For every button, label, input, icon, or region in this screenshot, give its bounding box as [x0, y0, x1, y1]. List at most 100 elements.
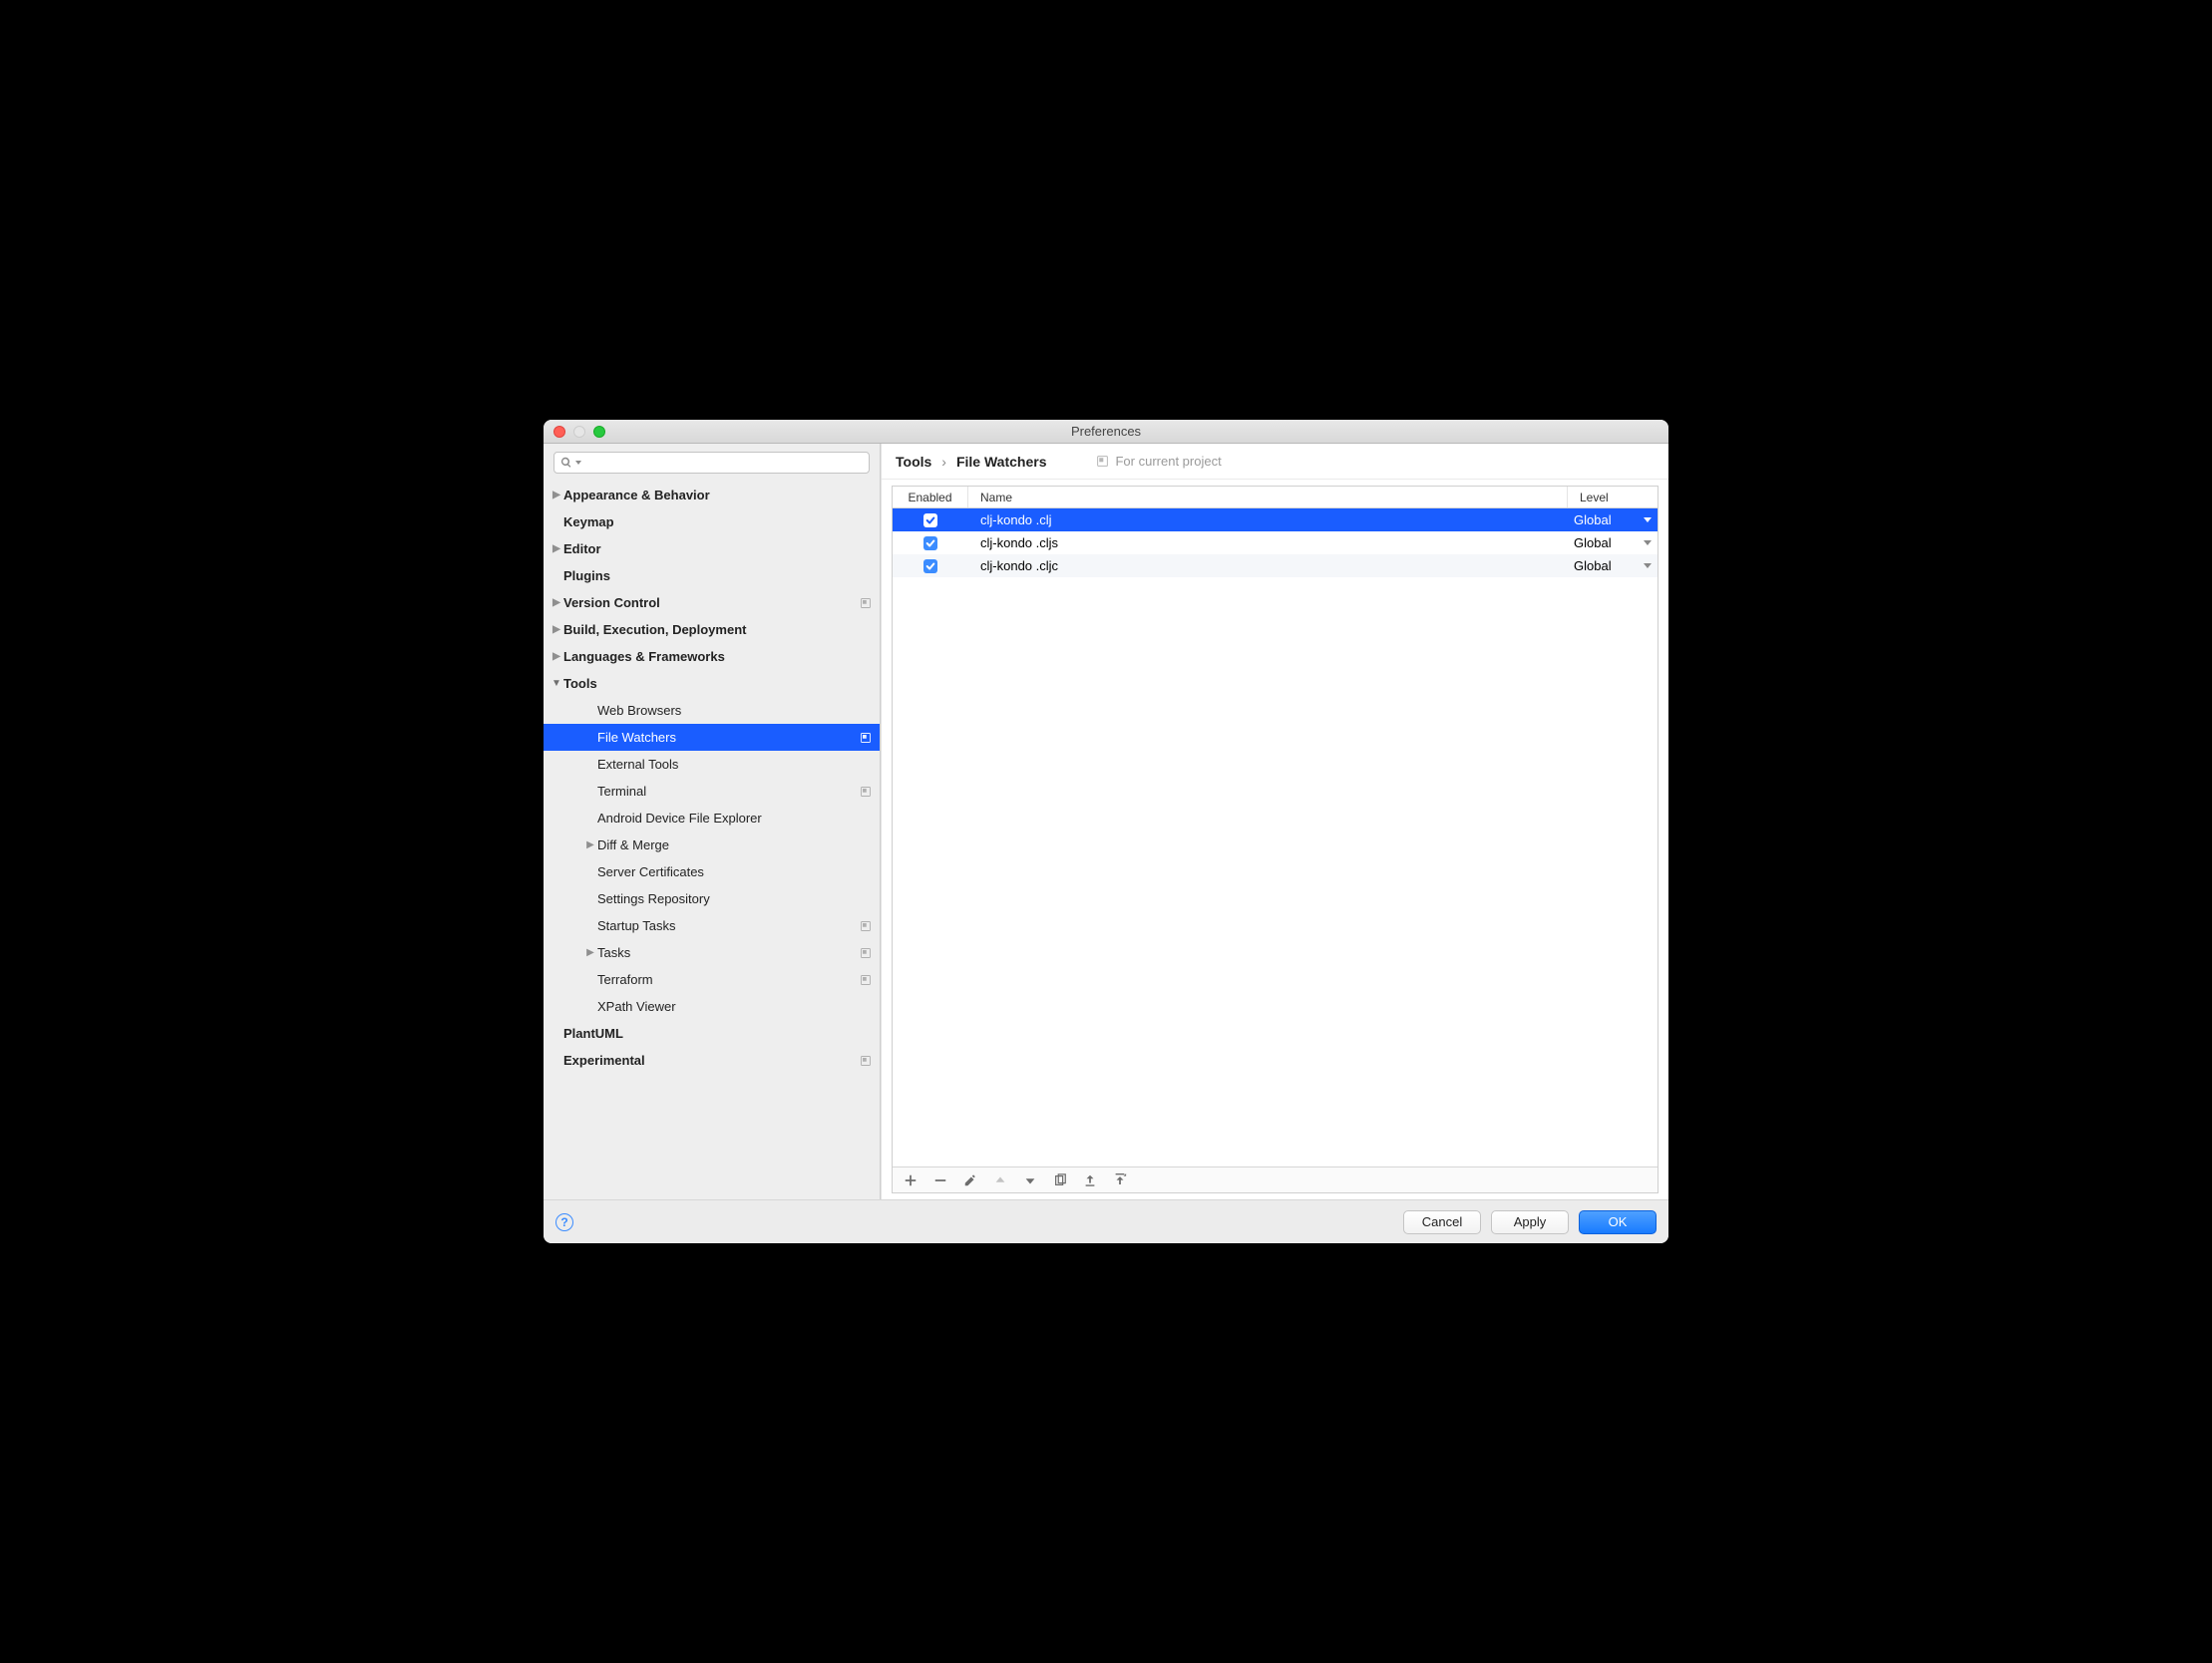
- sidebar: ▶Appearance & BehaviorKeymap▶EditorPlugi…: [544, 444, 881, 1199]
- chevron-right-icon: ▶: [550, 597, 563, 608]
- copy-button[interactable]: [1052, 1172, 1068, 1188]
- chevron-right-icon: ▶: [550, 490, 563, 500]
- zoom-icon[interactable]: [593, 426, 605, 438]
- sidebar-item-xpath-viewer[interactable]: XPath Viewer: [544, 993, 880, 1020]
- watcher-name: clj-kondo .cljs: [968, 535, 1568, 550]
- export-button[interactable]: [1112, 1172, 1128, 1188]
- table-body: clj-kondo .cljGlobalclj-kondo .cljsGloba…: [893, 508, 1658, 1166]
- watchers-table: Enabled Name Level clj-kondo .cljGlobalc…: [892, 486, 1659, 1193]
- sidebar-group-experimental[interactable]: Experimental: [544, 1047, 880, 1074]
- sidebar-group-plugins[interactable]: Plugins: [544, 562, 880, 589]
- sidebar-item-file-watchers[interactable]: File Watchers: [544, 724, 880, 751]
- ok-button[interactable]: OK: [1579, 1210, 1657, 1234]
- tree-label: Settings Repository: [597, 891, 872, 906]
- sidebar-item-diff-merge[interactable]: ▶Diff & Merge: [544, 832, 880, 858]
- tree-label: Android Device File Explorer: [597, 811, 872, 826]
- minimize-icon[interactable]: [573, 426, 585, 438]
- dialog-footer: ? Cancel Apply OK: [544, 1199, 1668, 1243]
- window-body: ▶Appearance & BehaviorKeymap▶EditorPlugi…: [544, 444, 1668, 1199]
- col-name[interactable]: Name: [968, 487, 1568, 507]
- tree-label: Appearance & Behavior: [563, 488, 872, 502]
- chevron-down-icon[interactable]: [1644, 517, 1652, 522]
- tree-label: Tasks: [597, 945, 856, 960]
- move-up-button[interactable]: [992, 1172, 1008, 1188]
- breadcrumb-root[interactable]: Tools: [896, 454, 931, 470]
- sidebar-item-terminal[interactable]: Terminal: [544, 778, 880, 805]
- sidebar-item-settings-repository[interactable]: Settings Repository: [544, 885, 880, 912]
- chevron-right-icon: ›: [941, 454, 946, 470]
- tree-label: Server Certificates: [597, 864, 872, 879]
- project-icon: [860, 947, 872, 959]
- tree-label: XPath Viewer: [597, 999, 872, 1014]
- col-enabled[interactable]: Enabled: [893, 487, 968, 507]
- tree-label: Version Control: [563, 595, 856, 610]
- preferences-window: Preferences ▶Appearance & BehaviorKeymap…: [544, 420, 1668, 1243]
- project-icon: [860, 1055, 872, 1067]
- sidebar-item-tasks[interactable]: ▶Tasks: [544, 939, 880, 966]
- table-row[interactable]: clj-kondo .cljc Global: [893, 554, 1658, 577]
- chevron-down-icon[interactable]: [1644, 540, 1652, 545]
- tree-label: Plugins: [563, 568, 872, 583]
- sidebar-group-editor[interactable]: ▶Editor: [544, 535, 880, 562]
- sidebar-group-version-control[interactable]: ▶Version Control: [544, 589, 880, 616]
- tree-label: Build, Execution, Deployment: [563, 622, 872, 637]
- project-icon: [1096, 455, 1109, 468]
- import-button[interactable]: [1082, 1172, 1098, 1188]
- watcher-name: clj-kondo .cljc: [968, 558, 1568, 573]
- level-value: Global: [1574, 558, 1612, 573]
- chevron-right-icon: ▶: [550, 624, 563, 635]
- tree-label: Experimental: [563, 1053, 856, 1068]
- enabled-checkbox[interactable]: [923, 513, 937, 527]
- chevron-right-icon: ▶: [550, 651, 563, 662]
- tree-label: Terraform: [597, 972, 856, 987]
- cancel-button[interactable]: Cancel: [1403, 1210, 1481, 1234]
- chevron-right-icon: ▶: [583, 839, 597, 850]
- project-icon: [860, 974, 872, 986]
- move-down-button[interactable]: [1022, 1172, 1038, 1188]
- edit-button[interactable]: [962, 1172, 978, 1188]
- remove-button[interactable]: [932, 1172, 948, 1188]
- sidebar-group-keymap[interactable]: Keymap: [544, 508, 880, 535]
- chevron-right-icon: ▶: [550, 543, 563, 554]
- sidebar-group-tools[interactable]: ▼Tools: [544, 670, 880, 697]
- chevron-right-icon: ▶: [583, 947, 597, 958]
- tree-label: Editor: [563, 541, 872, 556]
- project-icon: [860, 732, 872, 744]
- sidebar-group-languages-frameworks[interactable]: ▶Languages & Frameworks: [544, 643, 880, 670]
- sidebar-group-plantuml[interactable]: PlantUML: [544, 1020, 880, 1047]
- search-input[interactable]: [553, 452, 870, 474]
- sidebar-item-android-device-file-explorer[interactable]: Android Device File Explorer: [544, 805, 880, 832]
- sidebar-group-build-execution-deployment[interactable]: ▶Build, Execution, Deployment: [544, 616, 880, 643]
- watcher-name: clj-kondo .clj: [968, 512, 1568, 527]
- tree-label: Web Browsers: [597, 703, 872, 718]
- tree-label: File Watchers: [597, 730, 856, 745]
- sidebar-item-external-tools[interactable]: External Tools: [544, 751, 880, 778]
- tree-label: Keymap: [563, 514, 872, 529]
- add-button[interactable]: [903, 1172, 919, 1188]
- help-button[interactable]: ?: [555, 1213, 573, 1231]
- table-row[interactable]: clj-kondo .cljsGlobal: [893, 531, 1658, 554]
- project-icon: [860, 597, 872, 609]
- project-icon: [860, 786, 872, 798]
- col-level[interactable]: Level: [1568, 487, 1658, 507]
- enabled-checkbox[interactable]: [923, 536, 937, 550]
- chevron-down-icon: [575, 461, 581, 465]
- settings-tree: ▶Appearance & BehaviorKeymap▶EditorPlugi…: [544, 480, 880, 1199]
- sidebar-item-startup-tasks[interactable]: Startup Tasks: [544, 912, 880, 939]
- apply-button[interactable]: Apply: [1491, 1210, 1569, 1234]
- tree-label: Diff & Merge: [597, 837, 872, 852]
- sidebar-item-server-certificates[interactable]: Server Certificates: [544, 858, 880, 885]
- project-icon: [860, 920, 872, 932]
- breadcrumb-leaf: File Watchers: [956, 454, 1047, 470]
- titlebar: Preferences: [544, 420, 1668, 444]
- sidebar-group-appearance-behavior[interactable]: ▶Appearance & Behavior: [544, 482, 880, 508]
- sidebar-item-web-browsers[interactable]: Web Browsers: [544, 697, 880, 724]
- breadcrumb: Tools › File Watchers For current projec…: [882, 444, 1668, 480]
- chevron-down-icon: ▼: [550, 678, 563, 689]
- enabled-checkbox[interactable]: [923, 559, 937, 573]
- table-row[interactable]: clj-kondo .cljGlobal: [893, 508, 1658, 531]
- chevron-down-icon[interactable]: [1644, 563, 1652, 568]
- window-controls: [544, 426, 605, 438]
- sidebar-item-terraform[interactable]: Terraform: [544, 966, 880, 993]
- close-icon[interactable]: [553, 426, 565, 438]
